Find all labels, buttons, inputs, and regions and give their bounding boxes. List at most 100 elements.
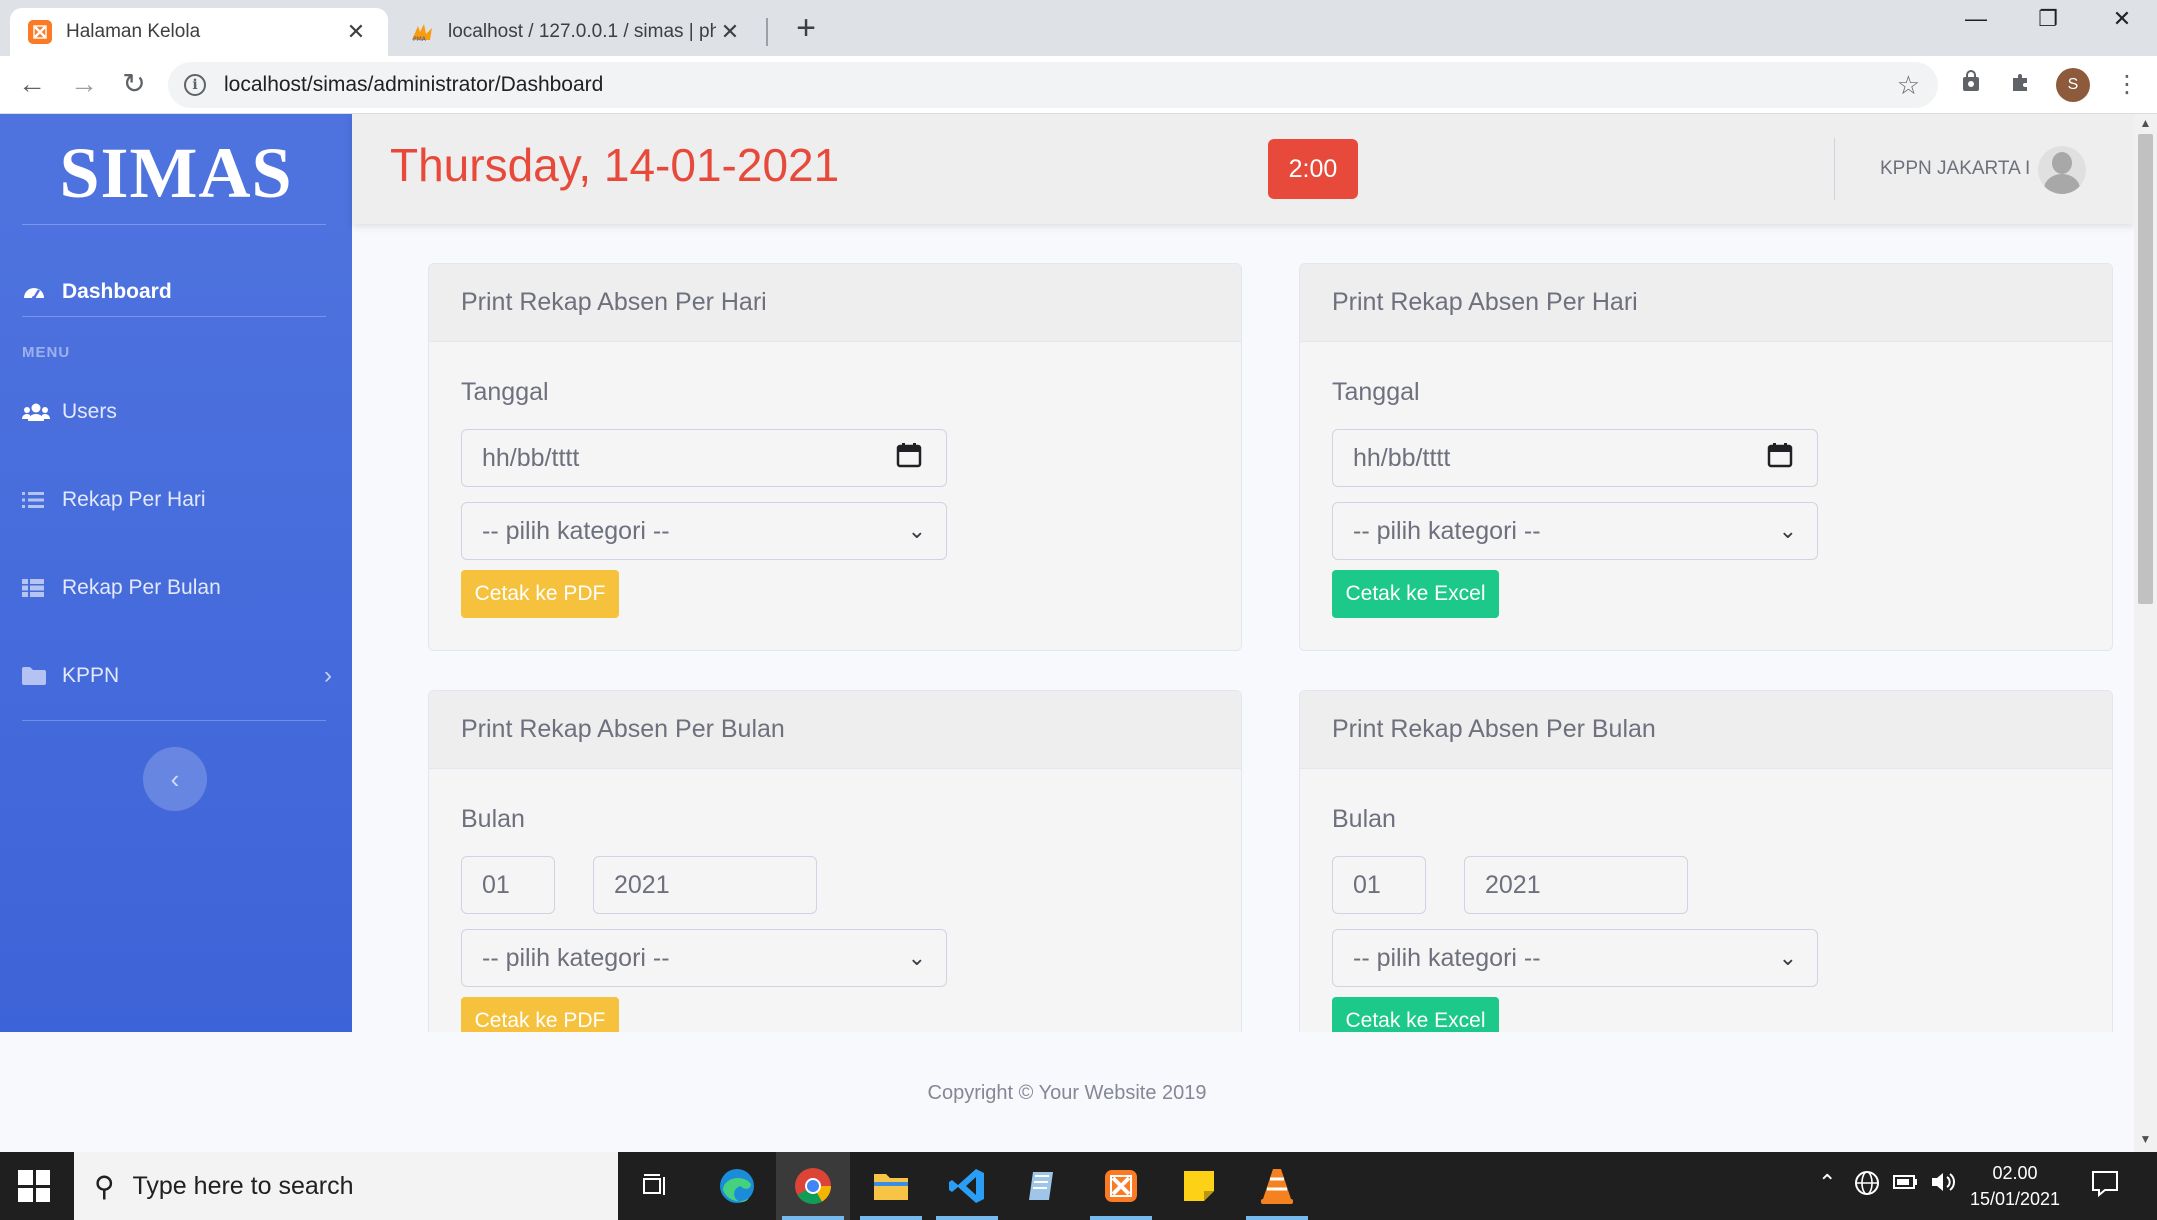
current-date: Thursday, 14-01-2021 [390, 139, 840, 191]
close-tab-icon[interactable]: ✕ [716, 19, 744, 45]
sidebar-toggle-button[interactable]: ‹ [143, 747, 207, 811]
close-tab-icon[interactable]: ✕ [342, 19, 370, 45]
chevron-down-icon: ⌄ [907, 945, 926, 970]
forward-icon[interactable]: → [66, 68, 102, 100]
scroll-down-icon[interactable]: ▼ [2134, 1132, 2157, 1146]
print-excel-button[interactable]: Cetak ke Excel [1332, 570, 1499, 618]
search-placeholder: Type here to search [132, 1171, 354, 1200]
sidebar-item-users[interactable]: Users [22, 392, 332, 432]
sidebar-item-rekap-per-hari[interactable]: Rekap Per Hari [22, 480, 332, 520]
notepad-app-icon[interactable] [1006, 1152, 1080, 1220]
active-app-indicator [1090, 1216, 1152, 1220]
close-window-icon[interactable]: ✕ [2092, 6, 2152, 32]
clock-time: 02.00 [1992, 1163, 2038, 1183]
calendar-icon[interactable] [1767, 442, 1793, 475]
category-select[interactable]: -- pilih kategori -- ⌄ [1332, 502, 1818, 560]
sidebar-item-kppn[interactable]: KPPN › [22, 656, 332, 696]
vscode-icon[interactable] [930, 1152, 1004, 1220]
sidebar-divider [22, 720, 326, 721]
tachometer-icon [22, 282, 50, 302]
page-scrollbar[interactable]: ▲ ▼ [2134, 114, 2157, 1152]
new-tab-icon[interactable]: + [786, 11, 826, 45]
year-input[interactable]: 2021 [1464, 856, 1688, 914]
date-placeholder: hh/bb/tttt [1353, 443, 1451, 472]
restore-icon[interactable]: ❐ [2018, 6, 2078, 32]
sidebar-item-label: KPPN [62, 664, 120, 687]
sidebar-item-dashboard[interactable]: Dashboard [22, 272, 332, 312]
reload-icon[interactable]: ↻ [116, 68, 152, 100]
extension-bag-icon[interactable] [1956, 70, 1986, 100]
tab-halaman-kelola[interactable]: Halaman Kelola ✕ [10, 8, 388, 56]
sticky-notes-icon[interactable] [1162, 1152, 1236, 1220]
select-value: -- pilih kategori -- [1353, 943, 1541, 972]
user-name[interactable]: KPPN JAKARTA I [1880, 158, 2030, 180]
year-input[interactable]: 2021 [593, 856, 817, 914]
month-label: Bulan [1332, 805, 1396, 833]
folder-icon [22, 667, 50, 685]
sidebar: SIMAS Dashboard MENU Users Rekap Per Har… [0, 114, 352, 1032]
chevron-right-icon: › [324, 662, 332, 689]
volume-icon[interactable] [1930, 1170, 1958, 1200]
brand-logo[interactable]: SIMAS [0, 132, 352, 215]
card-daily-excel: Print Rekap Absen Per Hari Tanggal hh/bb… [1299, 263, 2113, 651]
sidebar-divider [22, 224, 326, 225]
user-avatar[interactable] [2038, 146, 2086, 194]
bookmark-star-icon[interactable]: ☆ [1897, 70, 1920, 101]
battery-icon[interactable] [1892, 1170, 1920, 1200]
minimize-icon[interactable]: — [1946, 6, 2006, 32]
date-placeholder: hh/bb/tttt [482, 443, 580, 472]
browser-menu-icon[interactable]: ⋮ [2112, 70, 2142, 100]
clock-date: 15/01/2021 [1969, 1189, 2061, 1209]
task-view-icon[interactable] [618, 1152, 692, 1220]
category-select[interactable]: -- pilih kategori -- ⌄ [461, 929, 947, 987]
avatar-head-shape [2052, 152, 2072, 174]
category-select[interactable]: -- pilih kategori -- ⌄ [1332, 929, 1818, 987]
file-explorer-icon[interactable] [854, 1152, 928, 1220]
month-input[interactable]: 01 [1332, 856, 1426, 914]
users-icon [22, 402, 50, 422]
session-timer-badge: 2:00 [1268, 139, 1358, 199]
calendar-icon[interactable] [896, 442, 922, 475]
windows-start-icon[interactable] [18, 1170, 50, 1202]
chevron-left-icon: ‹ [170, 763, 180, 794]
month-label: Bulan [461, 805, 525, 833]
category-select[interactable]: -- pilih kategori -- ⌄ [461, 502, 947, 560]
back-icon[interactable]: ← [14, 68, 50, 100]
chevron-down-icon: ⌄ [1778, 945, 1797, 970]
windows-taskbar: ⚲ Type here to search ⌃ 02.00 15/01/2021 [0, 1152, 2157, 1220]
extensions-puzzle-icon[interactable] [2006, 70, 2036, 100]
topbar: Thursday, 14-01-2021 2:00 KPPN JAKARTA I [352, 114, 2134, 224]
action-center-notification-icon[interactable] [2090, 1168, 2120, 1204]
svg-text:PMA: PMA [413, 36, 427, 42]
date-input[interactable]: hh/bb/tttt [461, 429, 947, 487]
scroll-up-icon[interactable]: ▲ [2134, 116, 2157, 130]
site-info-icon[interactable]: i [184, 74, 206, 96]
profile-avatar[interactable]: S [2056, 68, 2090, 102]
select-value: -- pilih kategori -- [482, 516, 670, 545]
select-value: -- pilih kategori -- [482, 943, 670, 972]
xampp-app-icon[interactable] [1084, 1152, 1158, 1220]
tab-phpmyadmin[interactable]: PMA localhost / 127.0.0.1 / simas | php … [392, 8, 762, 56]
card-title: Print Rekap Absen Per Hari [429, 264, 1241, 342]
taskbar-search-box[interactable]: ⚲ Type here to search [74, 1152, 618, 1220]
tab-title: localhost / 127.0.0.1 / simas | php [448, 21, 716, 42]
date-label: Tanggal [1332, 378, 1420, 406]
date-input[interactable]: hh/bb/tttt [1332, 429, 1818, 487]
language-globe-icon[interactable] [1854, 1170, 1880, 1202]
sidebar-item-rekap-per-bulan[interactable]: Rekap Per Bulan [22, 568, 332, 608]
sidebar-item-label: Dashboard [62, 280, 172, 303]
vlc-player-icon[interactable] [1240, 1152, 1314, 1220]
topbar-divider [1834, 138, 1835, 200]
select-value: -- pilih kategori -- [1353, 516, 1541, 545]
print-pdf-button[interactable]: Cetak ke PDF [461, 570, 619, 618]
edge-browser-icon[interactable] [700, 1152, 774, 1220]
chrome-browser-icon[interactable] [776, 1152, 850, 1220]
scrollbar-thumb[interactable] [2138, 134, 2153, 604]
avatar-body-shape [2044, 174, 2080, 194]
taskbar-clock[interactable]: 02.00 15/01/2021 [1960, 1160, 2070, 1212]
month-input[interactable]: 01 [461, 856, 555, 914]
address-bar[interactable]: i localhost/simas/administrator/Dashboar… [168, 62, 1938, 108]
show-hidden-icons-chevron-up-icon[interactable]: ⌃ [1818, 1170, 1836, 1196]
page-footer: Copyright © Your Website 2019 [0, 1032, 2134, 1152]
sidebar-item-label: Users [62, 400, 117, 423]
